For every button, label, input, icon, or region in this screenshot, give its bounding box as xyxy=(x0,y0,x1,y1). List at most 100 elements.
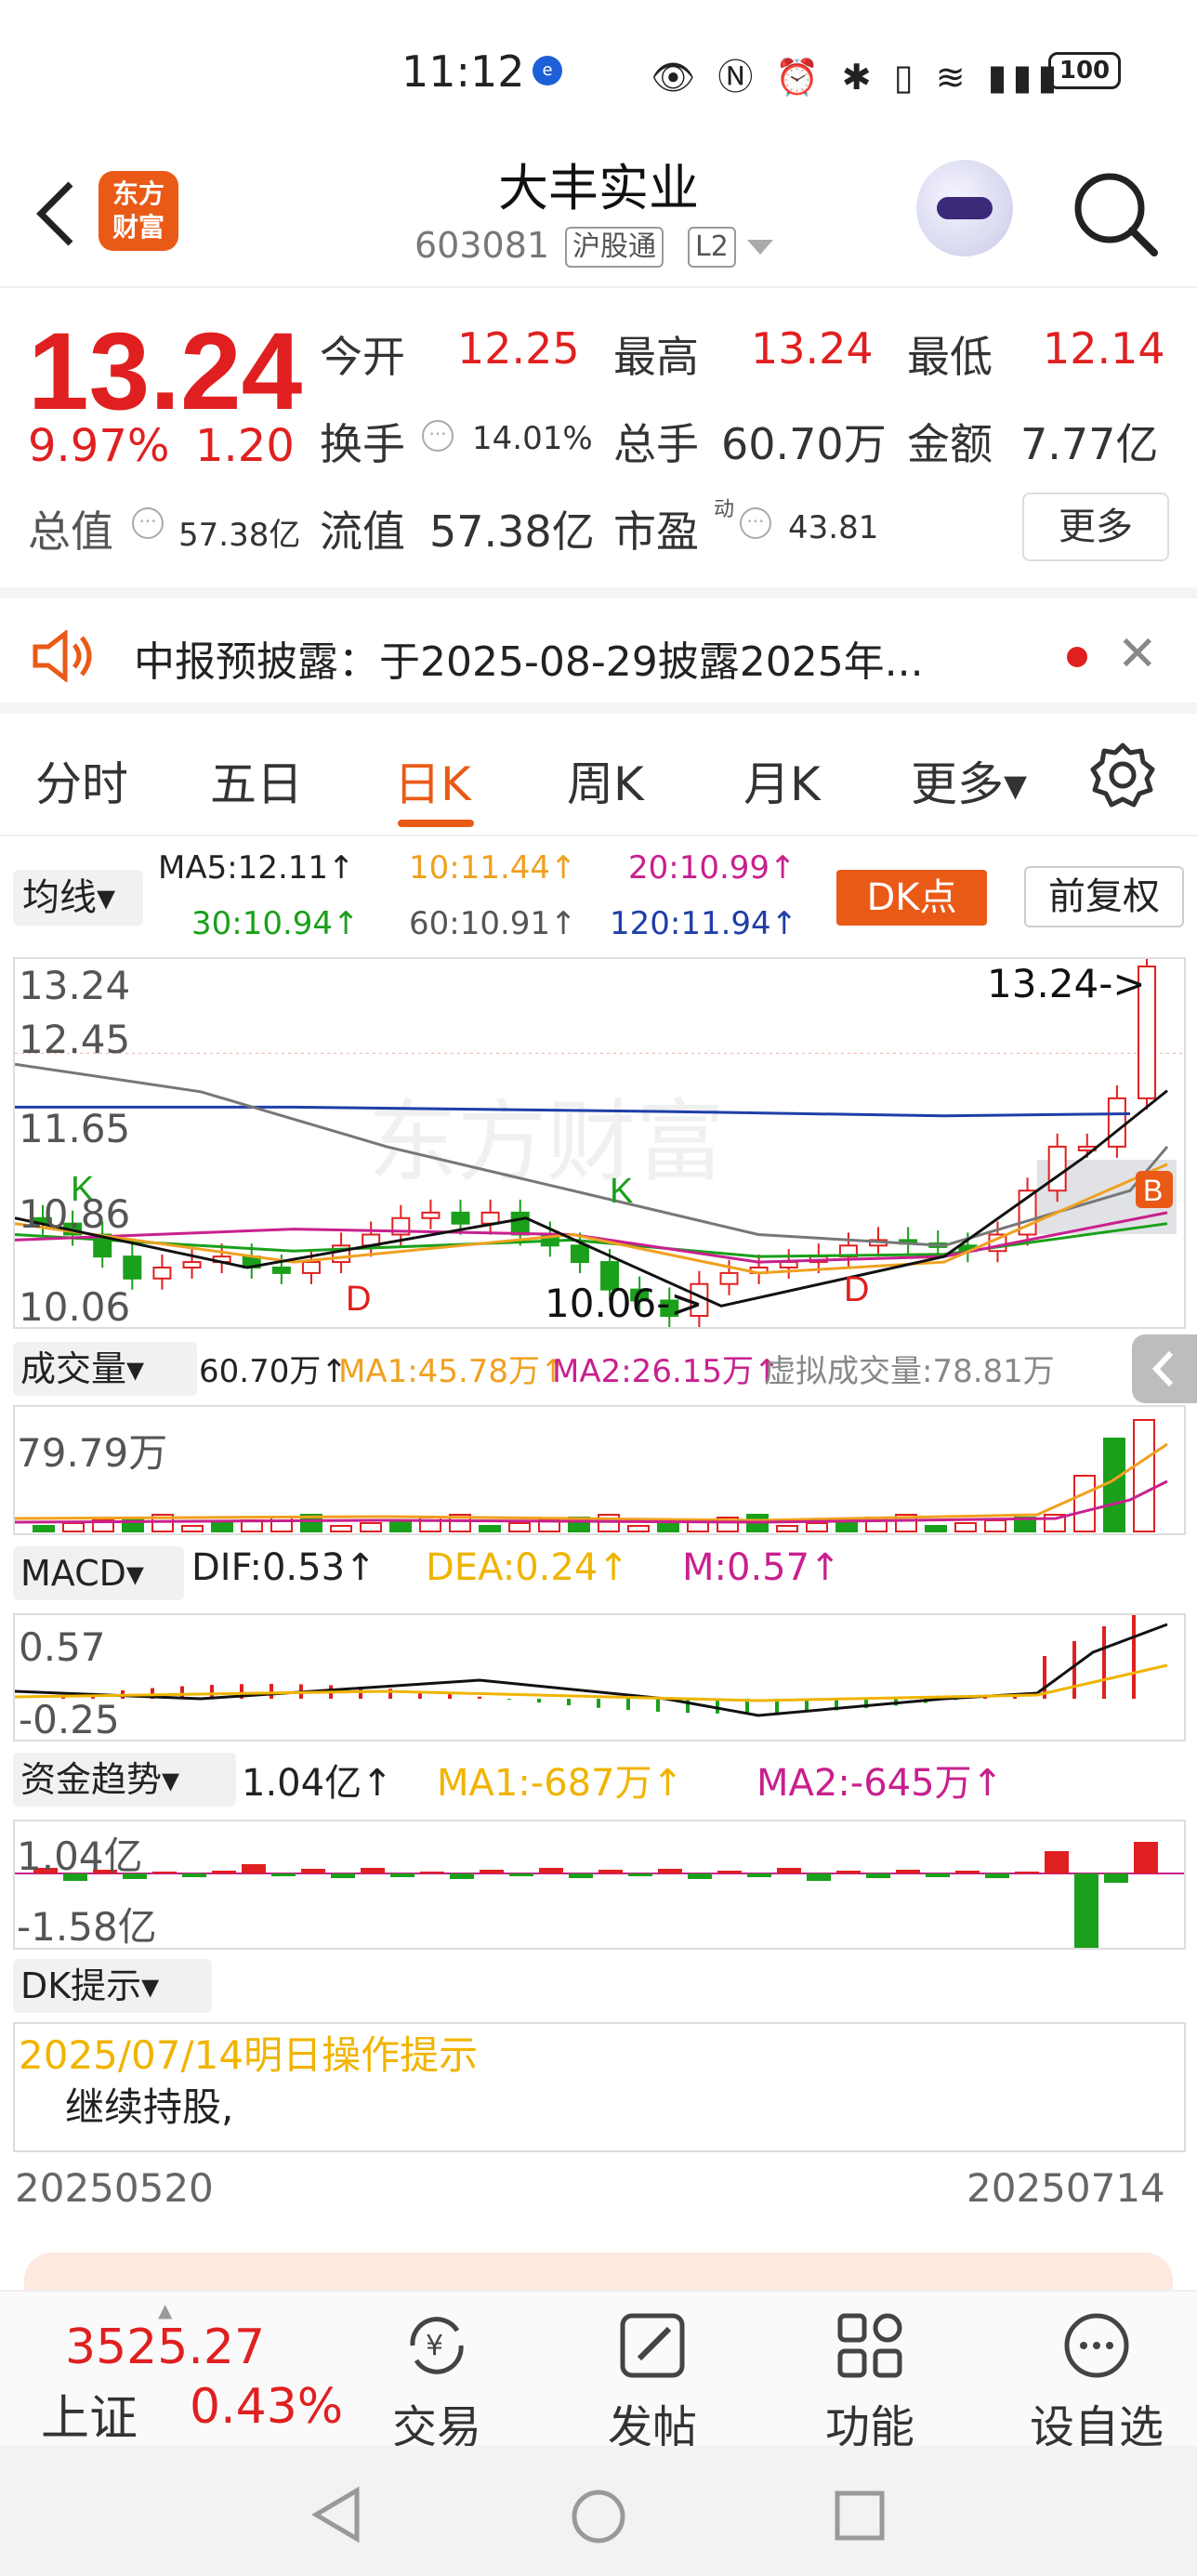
speaker-icon xyxy=(33,630,92,682)
close-icon[interactable]: ✕ xyxy=(1117,626,1158,682)
kline-plot: 东方财富 K KD DB xyxy=(15,959,1184,1327)
indicator-select[interactable]: 均线▾ xyxy=(13,870,143,926)
fund-bar xyxy=(688,1873,712,1879)
volume-bar xyxy=(1133,1419,1155,1532)
dk-point-button[interactable]: DK点 xyxy=(836,870,987,926)
ma20-value: 20:10.99↑ xyxy=(628,849,796,887)
info-icon[interactable]: ··· xyxy=(132,507,164,539)
info-icon[interactable]: ··· xyxy=(422,420,454,452)
system-home-icon[interactable] xyxy=(569,2487,628,2546)
macd-chart[interactable]: 0.57 -0.25 xyxy=(13,1613,1186,1742)
search-icon[interactable] xyxy=(1069,167,1162,260)
clock: 11:12 xyxy=(401,46,525,97)
ma5-value: MA5:12.11↑ xyxy=(158,849,355,887)
volume-chart[interactable]: 79.79万 xyxy=(13,1405,1186,1535)
fund-bar xyxy=(866,1873,890,1878)
volume-select[interactable]: 成交量▾ xyxy=(13,1342,197,1396)
fund-bar xyxy=(509,1873,533,1876)
notice-bar[interactable]: 中报预披露：于2025-08-29披露2025年... ✕ xyxy=(0,587,1197,714)
macd-select[interactable]: MACD▾ xyxy=(13,1546,184,1600)
tab-intraday[interactable]: 分时 xyxy=(35,747,128,814)
stock-header: 东方 财富 大丰实业 603081 沪股通 L2 xyxy=(0,139,1197,288)
tab-monthly-k[interactable]: 月K xyxy=(743,747,821,814)
tab-daily-k[interactable]: 日K xyxy=(394,747,471,814)
info-icon[interactable]: ··· xyxy=(740,507,771,539)
system-nav-bar xyxy=(0,2446,1197,2576)
fund-bar xyxy=(539,1868,563,1873)
dk-hint-advice: 继续持股, xyxy=(65,2084,234,2130)
fund-bar xyxy=(955,1871,980,1873)
candle-body xyxy=(123,1255,142,1280)
fund-bar xyxy=(390,1873,414,1877)
volume-bar xyxy=(33,1525,55,1532)
macd-top: 0.57 xyxy=(19,1624,106,1670)
fund-bar xyxy=(212,1871,236,1873)
volume-label: 总手 xyxy=(613,419,699,469)
volume-bar xyxy=(1103,1438,1125,1532)
bottom-nav: ▲ 3525.27 上证 0.43% ¥ 交易 发帖 功能 设自选 xyxy=(0,2290,1197,2453)
high-price-tag: 13.24-> xyxy=(987,961,1146,1006)
tab-five-day[interactable]: 五日 xyxy=(210,747,303,814)
nav-functions[interactable]: 功能 xyxy=(796,2310,944,2455)
dk-hint-box: 2025/07/14明日操作提示 继续持股, xyxy=(13,2022,1186,2152)
tab-weekly-k[interactable]: 周K xyxy=(567,747,644,814)
volume-bar xyxy=(62,1522,85,1532)
y-tick: 11.65 xyxy=(19,1106,131,1151)
system-recents-icon[interactable] xyxy=(833,2489,887,2543)
stock-name: 大丰实业 xyxy=(498,159,699,217)
macd-dea: DEA:0.24↑ xyxy=(426,1546,629,1589)
nav-add-watchlist[interactable]: 设自选 xyxy=(1013,2310,1180,2455)
more-button[interactable]: 更多 xyxy=(1022,493,1169,561)
y-tick: 13.24 xyxy=(19,963,131,1008)
candle-body xyxy=(182,1261,202,1268)
dk-hint-select[interactable]: DK提示▾ xyxy=(13,1959,212,2013)
change-percent: 9.97% xyxy=(28,420,170,472)
candle-body xyxy=(779,1261,798,1268)
assistant-robot-icon[interactable] xyxy=(916,160,1013,256)
fund-bar xyxy=(1074,1873,1098,1948)
system-back-icon[interactable] xyxy=(310,2487,362,2543)
fund-bar xyxy=(301,1869,325,1873)
edit-icon xyxy=(620,2313,685,2378)
volume-bar xyxy=(122,1517,144,1532)
float-label: 流值 xyxy=(320,506,405,557)
svg-text:¥: ¥ xyxy=(426,2330,443,2362)
turnover-value: 14.01% xyxy=(472,420,593,457)
fund-bar xyxy=(420,1872,444,1873)
index-ticker[interactable]: ▲ 3525.27 上证 0.43% xyxy=(19,2292,343,2448)
date-end: 20250714 xyxy=(967,2165,1165,2211)
unread-dot xyxy=(1067,647,1087,667)
volume-ma1-line xyxy=(15,1442,1168,1522)
fund-value: 1.04亿↑ xyxy=(242,1762,393,1805)
buy-mark: B xyxy=(1143,1174,1163,1207)
notification-icon: e xyxy=(533,56,562,85)
caret-up-icon: ▲ xyxy=(158,2299,173,2321)
low-price-tag: 10.06-> xyxy=(545,1281,704,1326)
macd-m: M:0.57↑ xyxy=(682,1546,841,1589)
current-price: 13.24 xyxy=(28,310,303,433)
volume-bar xyxy=(181,1525,204,1532)
adjust-button[interactable]: 前复权 xyxy=(1024,866,1184,927)
chevron-down-icon[interactable] xyxy=(747,240,773,256)
kline-chart[interactable]: 东方财富 KKDDB 13.24 12.45 11.65 10.86 10.06… xyxy=(13,957,1186,1330)
collapse-handle[interactable] xyxy=(1132,1334,1197,1403)
fund-bottom: -1.58亿 xyxy=(17,1904,157,1950)
fund-chart[interactable]: 1.04亿 -1.58亿 xyxy=(13,1820,1186,1950)
volume-bar xyxy=(776,1525,798,1532)
turnover-label: 换手 xyxy=(320,419,405,469)
fund-bar xyxy=(747,1873,771,1877)
candle-body xyxy=(719,1271,739,1285)
nav-post[interactable]: 发帖 xyxy=(578,2310,727,2455)
fund-bar xyxy=(152,1872,177,1873)
nav-trade[interactable]: ¥ 交易 xyxy=(362,2310,511,2455)
fund-top: 1.04亿 xyxy=(17,1833,143,1879)
period-tabs: 分时 五日 日K 周K 月K 更多▾ xyxy=(0,716,1197,836)
high-value: 13.24 xyxy=(751,323,874,374)
tab-more[interactable]: 更多▾ xyxy=(911,747,1027,814)
high-label: 最高 xyxy=(613,332,699,382)
fund-bar xyxy=(242,1864,266,1873)
candle-body xyxy=(1107,1097,1126,1148)
gear-icon[interactable] xyxy=(1089,742,1156,808)
fund-select[interactable]: 资金趋势▾ xyxy=(13,1753,236,1807)
pe-dynamic-sup: 动 xyxy=(714,498,735,521)
